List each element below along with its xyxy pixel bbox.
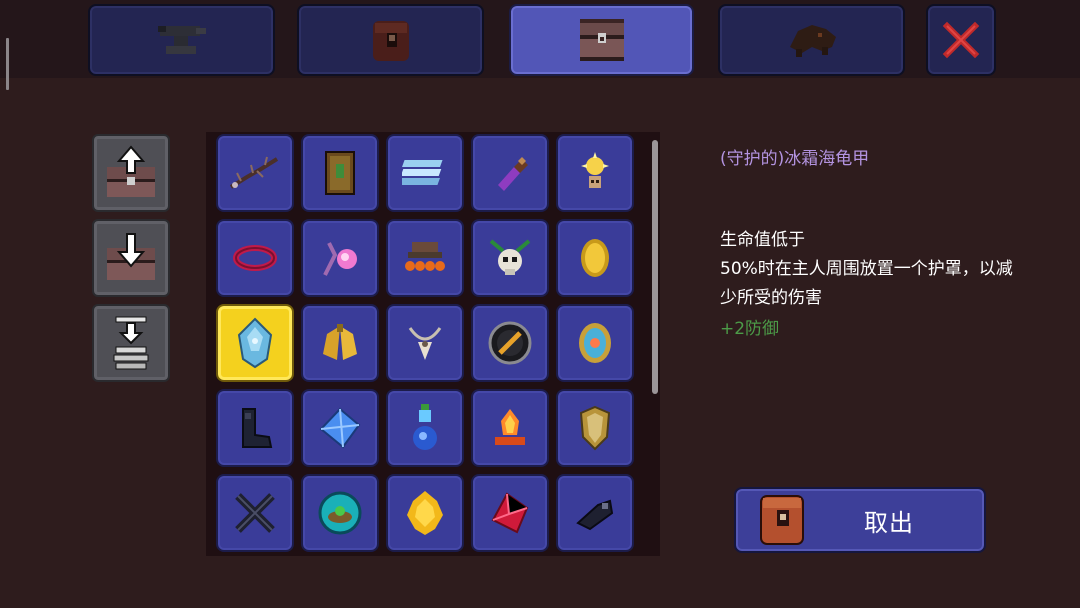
withdraw-icon-wrap bbox=[754, 492, 810, 548]
spell-tome-icon bbox=[325, 151, 355, 195]
item-slot[interactable] bbox=[556, 304, 634, 382]
item-slot[interactable] bbox=[216, 219, 294, 297]
leather-bag-icon bbox=[760, 495, 804, 545]
item-slot[interactable] bbox=[556, 219, 634, 297]
description-line: 50%时在主人周围放置一个护罩，以减 bbox=[720, 259, 1013, 279]
red-band-icon bbox=[233, 245, 277, 271]
item-slot[interactable] bbox=[301, 134, 379, 212]
chest-up-arrow-icon bbox=[107, 145, 155, 197]
item-slot[interactable] bbox=[471, 134, 549, 212]
stack-down-arrow-icon bbox=[113, 316, 149, 370]
item-slot[interactable] bbox=[386, 474, 464, 552]
purple-flask-icon bbox=[498, 157, 528, 191]
item-slot[interactable] bbox=[216, 134, 294, 212]
item-slot[interactable] bbox=[556, 134, 634, 212]
shadow-gauntlet-icon bbox=[576, 499, 614, 531]
crossed-claws-icon bbox=[235, 493, 275, 533]
gold-coin-medal-icon bbox=[581, 239, 609, 277]
chest-tab[interactable] bbox=[509, 4, 694, 76]
red-gem-icon bbox=[491, 492, 529, 534]
item-slot[interactable] bbox=[216, 474, 294, 552]
frost-bars-icon bbox=[402, 160, 443, 185]
description-line: 少所受的伤害 bbox=[720, 288, 822, 308]
item-slot[interactable] bbox=[386, 389, 464, 467]
dark-boots-icon bbox=[242, 408, 273, 448]
flame-crystal-icon bbox=[495, 409, 525, 445]
grid-scrollbar[interactable] bbox=[652, 140, 658, 394]
spiked-branch-icon bbox=[229, 156, 279, 189]
piggy-bank-tab[interactable] bbox=[297, 4, 484, 76]
orange-frog-crown-icon bbox=[405, 242, 445, 271]
chest-inventory-grid bbox=[206, 132, 660, 556]
horned-amulet-icon bbox=[408, 327, 442, 360]
item-slot[interactable] bbox=[556, 389, 634, 467]
chest-down-arrow-icon bbox=[107, 233, 155, 280]
golden-fleece-icon bbox=[407, 491, 443, 535]
sword-shield-emblem-icon bbox=[488, 321, 532, 365]
item-description: 生命值低于 50%时在主人周围放置一个护罩，以减 少所受的伤害 bbox=[720, 226, 1070, 313]
item-slot[interactable] bbox=[556, 474, 634, 552]
item-slot-selected[interactable] bbox=[216, 304, 294, 382]
golden-shield-icon bbox=[579, 405, 611, 451]
item-slot[interactable] bbox=[301, 389, 379, 467]
item-slot[interactable] bbox=[471, 304, 549, 382]
golden-bell-wings-icon bbox=[323, 324, 357, 360]
radiant-mirror-icon bbox=[579, 323, 611, 363]
item-slot[interactable] bbox=[471, 389, 549, 467]
item-slot[interactable] bbox=[301, 474, 379, 552]
item-slot[interactable] bbox=[471, 474, 549, 552]
chest-icon bbox=[579, 19, 624, 61]
item-slot[interactable] bbox=[301, 304, 379, 382]
pink-orb-staff-icon bbox=[323, 242, 357, 276]
item-slot[interactable] bbox=[471, 219, 549, 297]
withdraw-label: 取出 bbox=[864, 508, 914, 537]
loot-all-button[interactable] bbox=[92, 219, 170, 297]
anvil-icon bbox=[157, 26, 206, 54]
bestiary-tab[interactable] bbox=[718, 4, 905, 76]
close-button[interactable] bbox=[926, 4, 996, 76]
anvil-tab[interactable] bbox=[88, 4, 275, 76]
item-slot[interactable] bbox=[386, 219, 464, 297]
item-slot[interactable] bbox=[301, 219, 379, 297]
leather-bag-icon bbox=[372, 21, 409, 61]
description-line: 生命值低于 bbox=[720, 230, 805, 250]
defense-stat: +2防御 bbox=[720, 319, 780, 339]
creature-icon bbox=[789, 25, 836, 57]
item-slot[interactable] bbox=[386, 134, 464, 212]
golden-sun-charm-icon bbox=[581, 152, 609, 188]
deposit-all-button[interactable] bbox=[92, 134, 170, 212]
item-slot[interactable] bbox=[386, 304, 464, 382]
quick-stack-button[interactable] bbox=[92, 304, 170, 382]
edge-marker bbox=[6, 38, 9, 90]
teal-orb-nest-icon bbox=[318, 491, 362, 535]
blue-crystal-icon bbox=[319, 407, 361, 449]
withdraw-button[interactable]: 取出 bbox=[734, 487, 986, 553]
item-slot[interactable] bbox=[216, 389, 294, 467]
red-x-icon bbox=[942, 21, 980, 59]
jester-skull-icon bbox=[489, 239, 531, 275]
frozen-turtle-shell-icon bbox=[237, 317, 273, 369]
blue-potion-icon bbox=[413, 404, 437, 450]
item-name: (守护的)冰霜海龟甲 bbox=[720, 149, 870, 169]
